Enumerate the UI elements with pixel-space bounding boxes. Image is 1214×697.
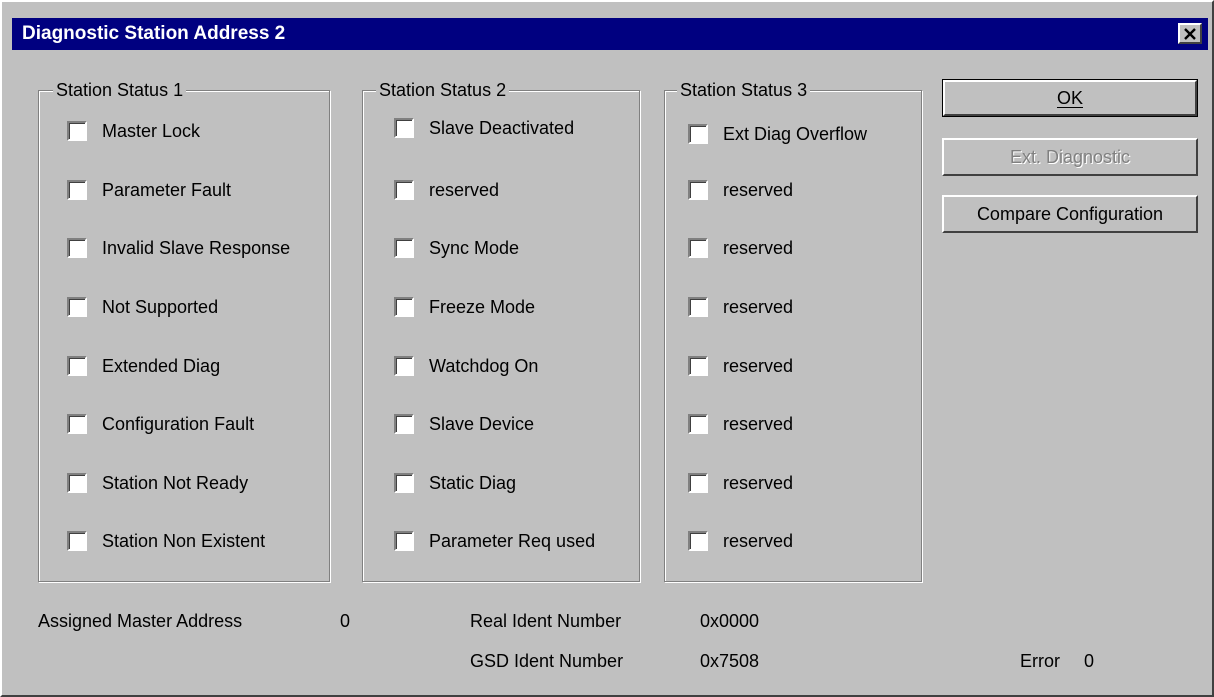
checkbox-label: reserved — [723, 238, 794, 258]
window-title: Diagnostic Station Address 2 — [22, 23, 286, 44]
checkbox-box[interactable] — [394, 414, 414, 434]
group-legend: Station Status 3 — [677, 80, 811, 100]
station-status-2-group: Station Status 2 Slave Deactivated reser… — [362, 80, 640, 582]
gsd-ident-number-value: 0x7508 — [700, 651, 760, 671]
assigned-master-address-label: Assigned Master Address — [38, 611, 243, 631]
ext-diagnostic-button-label: Ext. Diagnostic — [1009, 147, 1131, 167]
checkbox-box[interactable] — [67, 414, 87, 434]
checkbox-box[interactable] — [688, 238, 708, 258]
checkbox-box[interactable] — [394, 118, 414, 138]
checkbox-label: Static Diag — [429, 473, 517, 493]
checkbox-box[interactable] — [67, 297, 87, 317]
group-legend: Station Status 1 — [53, 80, 187, 100]
checkbox-label: Slave Device — [429, 414, 535, 434]
checkbox-label: Ext Diag Overflow — [723, 124, 868, 144]
checkbox-box[interactable] — [688, 531, 708, 551]
checkbox-label: reserved — [723, 473, 794, 493]
station-status-1-group: Station Status 1 Master Lock Parameter F… — [38, 80, 330, 582]
checkbox-label: Station Non Existent — [102, 531, 266, 551]
group-legend: Station Status 2 — [376, 80, 510, 100]
checkbox-box[interactable] — [688, 124, 708, 144]
checkbox-label: Slave Deactivated — [429, 118, 575, 138]
checkbox-label: Configuration Fault — [102, 414, 255, 434]
checkbox-box[interactable] — [688, 297, 708, 317]
diagnostic-dialog: Diagnostic Station Address 2 Station Sta… — [0, 0, 1214, 697]
checkbox-label: Parameter Fault — [102, 180, 232, 200]
checkbox-box[interactable] — [688, 473, 708, 493]
checkbox-label: Station Not Ready — [102, 473, 249, 493]
checkbox-box[interactable] — [394, 473, 414, 493]
checkbox-label: reserved — [429, 180, 500, 200]
title-bar: Diagnostic Station Address 2 — [12, 18, 1208, 50]
real-ident-number-value: 0x0000 — [700, 611, 760, 631]
checkbox-label: reserved — [723, 356, 794, 376]
checkbox-box[interactable] — [67, 180, 87, 200]
checkbox-box[interactable] — [394, 238, 414, 258]
close-button[interactable] — [1178, 23, 1202, 44]
gsd-ident-number-label: GSD Ident Number — [470, 651, 624, 671]
checkbox-label: Master Lock — [102, 121, 201, 141]
checkbox-box[interactable] — [688, 356, 708, 376]
checkbox-box[interactable] — [394, 531, 414, 551]
ok-button-label: OK — [1056, 88, 1083, 108]
ok-button[interactable]: OK — [942, 79, 1198, 117]
checkbox-box[interactable] — [394, 180, 414, 200]
checkbox-label: reserved — [723, 180, 794, 200]
real-ident-number-label: Real Ident Number — [470, 611, 622, 631]
checkbox-box[interactable] — [67, 531, 87, 551]
checkbox-label: Sync Mode — [429, 238, 520, 258]
checkbox-box[interactable] — [688, 180, 708, 200]
checkbox-label: Parameter Req used — [429, 531, 596, 551]
station-status-3-group: Station Status 3 Ext Diag Overflow reser… — [664, 80, 922, 582]
checkbox-label: reserved — [723, 297, 794, 317]
compare-configuration-button-label: Compare Configuration — [976, 204, 1164, 224]
checkbox-label: reserved — [723, 414, 794, 434]
ext-diagnostic-button[interactable]: Ext. Diagnostic — [942, 138, 1198, 176]
checkbox-box[interactable] — [67, 356, 87, 376]
assigned-master-address-value: 0 — [340, 611, 351, 631]
checkbox-label: Extended Diag — [102, 356, 221, 376]
checkbox-box[interactable] — [67, 121, 87, 141]
checkbox-label: Freeze Mode — [429, 297, 536, 317]
checkbox-box[interactable] — [394, 356, 414, 376]
checkbox-box[interactable] — [688, 414, 708, 434]
compare-configuration-button[interactable]: Compare Configuration — [942, 195, 1198, 233]
error-value: 0 — [1084, 651, 1095, 671]
checkbox-box[interactable] — [67, 473, 87, 493]
checkbox-label: Not Supported — [102, 297, 219, 317]
checkbox-label: Invalid Slave Response — [102, 238, 291, 258]
close-icon — [1184, 28, 1196, 40]
checkbox-box[interactable] — [67, 238, 87, 258]
error-label: Error — [1020, 651, 1060, 671]
checkbox-label: reserved — [723, 531, 794, 551]
checkbox-label: Watchdog On — [429, 356, 539, 376]
checkbox-box[interactable] — [394, 297, 414, 317]
